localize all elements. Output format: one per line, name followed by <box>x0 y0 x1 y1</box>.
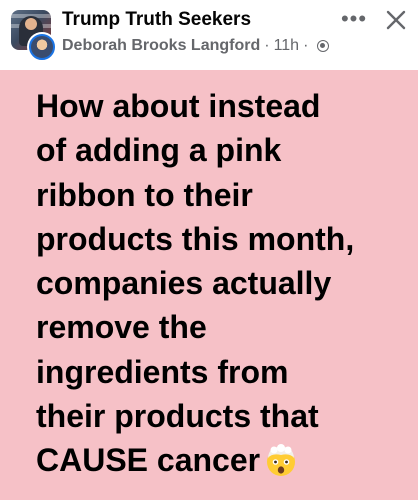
post-text-line: of adding a pink <box>36 132 282 169</box>
post-text-background[interactable]: How about instead of adding a pink ribbo… <box>0 70 418 500</box>
close-icon[interactable] <box>382 6 410 34</box>
author-name[interactable]: Deborah Brooks Langford <box>62 37 260 55</box>
globe-icon <box>317 40 330 52</box>
post-text-line: companies actually <box>36 265 332 302</box>
post-text-line: ribbon to their <box>36 176 253 213</box>
group-name[interactable]: Trump Truth Seekers <box>62 9 251 31</box>
author-avatar-image <box>29 34 55 60</box>
post-text-line: ingredients from <box>36 353 289 390</box>
post-text-line: remove the <box>36 309 207 346</box>
meta-separator: · <box>264 37 270 54</box>
post-text: How about instead of adding a pink ribbo… <box>36 84 396 483</box>
post-header: Trump Truth Seekers Deborah Brooks Langf… <box>0 0 418 70</box>
post-time[interactable]: 11h <box>274 37 300 55</box>
post-text-last-line: CAUSE cancer <box>36 438 396 482</box>
avatar-face <box>25 18 37 30</box>
post-text-line: products this month, <box>36 220 355 257</box>
post-text-line: How about instead <box>36 88 321 124</box>
post-meta: Deborah Brooks Langford · 11h · <box>62 37 330 55</box>
post-text-line: CAUSE cancer <box>36 442 261 479</box>
exploding-head-emoji-icon <box>267 444 296 477</box>
post-text-line: their products that <box>36 398 319 435</box>
author-avatar[interactable] <box>28 33 56 61</box>
more-horizontal-icon[interactable]: ••• <box>340 4 368 34</box>
meta-separator: · <box>303 37 309 54</box>
